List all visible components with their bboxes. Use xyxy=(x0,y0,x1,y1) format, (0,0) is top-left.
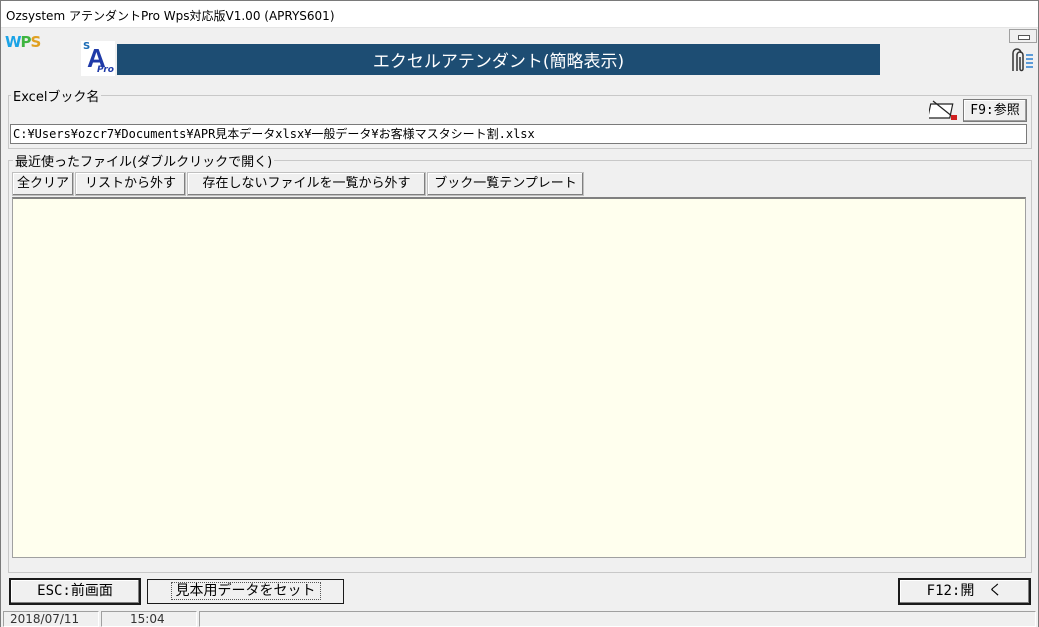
screen-title-banner: エクセルアテンダント(簡略表示) xyxy=(117,44,880,75)
status-date: 2018/07/11 xyxy=(3,611,99,627)
window-title: Ozsystem アテンダントPro Wps対応版V1.00 (APRYS601… xyxy=(6,9,335,23)
browse-button[interactable]: F9:参照 xyxy=(963,99,1027,122)
attendant-pro-logo: S A Pro xyxy=(81,41,115,76)
back-button[interactable]: ESC:前画面 xyxy=(9,578,141,605)
excel-book-group-label: Excelブック名 xyxy=(11,86,102,105)
title-bar[interactable]: Ozsystem アテンダントPro Wps対応版V1.00 (APRYS601… xyxy=(1,1,1038,28)
clear-all-button[interactable]: 全クリア xyxy=(12,172,74,196)
folder-browse-icon[interactable] xyxy=(929,98,961,122)
book-list-template-button[interactable]: ブック一覧テンプレート xyxy=(427,172,584,196)
recent-files-list[interactable] xyxy=(12,197,1026,558)
set-sample-data-button[interactable]: 見本用データをセット xyxy=(147,579,344,604)
paperclip-icon[interactable] xyxy=(1009,47,1035,73)
remove-from-list-button[interactable]: リストから外す xyxy=(75,172,186,196)
open-button[interactable]: F12:開 く xyxy=(898,578,1031,605)
set-sample-data-label: 見本用データをセット xyxy=(170,582,321,600)
wps-logo: WPS xyxy=(5,33,41,51)
excel-path-input[interactable]: C:¥Users¥ozcr7¥Documents¥APR見本データxlsx¥一般… xyxy=(10,124,1027,144)
remove-missing-files-button[interactable]: 存在しないファイルを一覧から外す xyxy=(187,172,426,196)
status-time: 15:04 xyxy=(101,611,197,627)
recent-files-group-label: 最近使ったファイル(ダブルクリックで開く) xyxy=(13,151,275,170)
status-message xyxy=(199,611,1036,627)
minimize-button[interactable] xyxy=(1009,29,1037,43)
